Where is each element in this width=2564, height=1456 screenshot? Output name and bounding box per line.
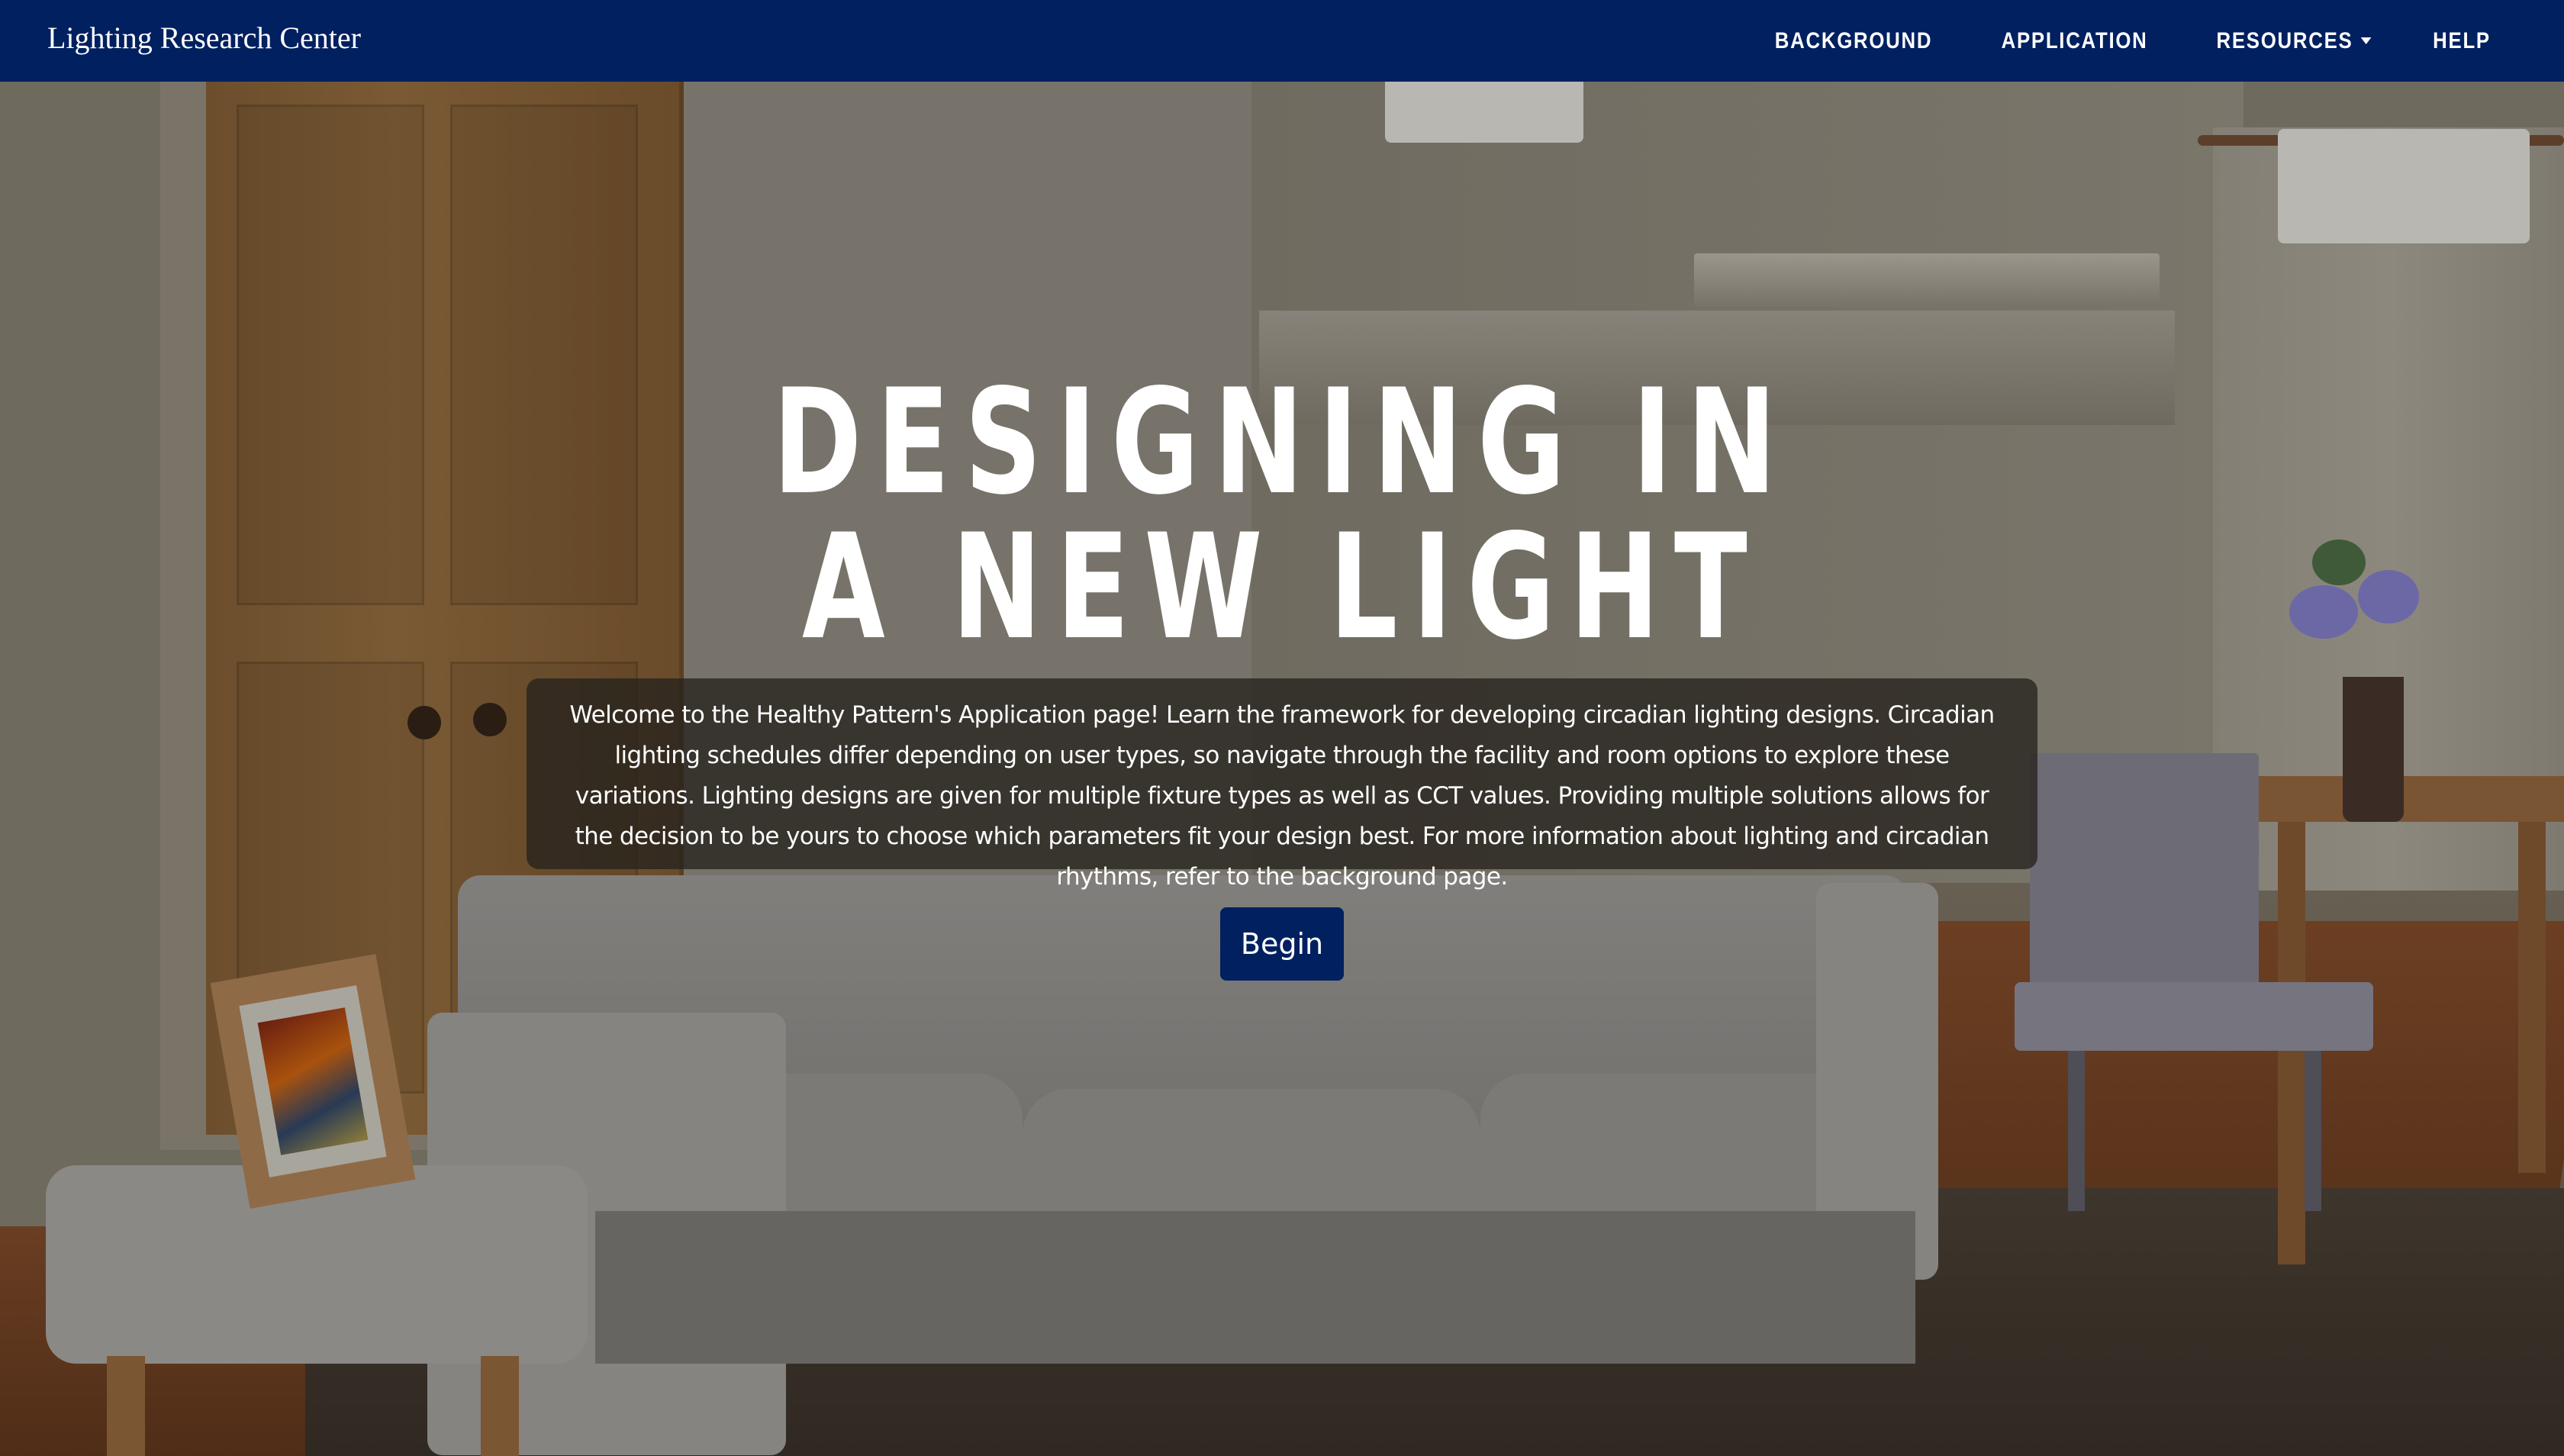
hero-title-line-2: A NEW LIGHT	[801, 503, 1763, 672]
nav-link-background[interactable]: BACKGROUND	[1775, 28, 1932, 54]
nav-links: BACKGROUND APPLICATION RESOURCES HELP	[1762, 0, 2495, 82]
hero-section: DESIGNING IN A NEW LIGHT Welcome to the …	[0, 82, 2564, 1456]
hero-title-line-1: DESIGNING IN	[772, 358, 1792, 527]
nav-link-application[interactable]: APPLICATION	[2001, 28, 2147, 54]
intro-text: Welcome to the Healthy Pattern's Applica…	[569, 701, 1995, 891]
nav-link-help-label: HELP	[2433, 27, 2491, 53]
nav-link-application-label: APPLICATION	[2001, 27, 2148, 53]
nav-link-resources-label: RESOURCES	[2216, 27, 2353, 53]
intro-text-box: Welcome to the Healthy Pattern's Applica…	[527, 678, 2037, 891]
nav-dropdown-resources[interactable]: RESOURCES	[2216, 27, 2372, 54]
top-navbar: Lighting Research Center BACKGROUND APPL…	[0, 0, 2564, 82]
begin-button[interactable]: Begin	[1220, 907, 1344, 981]
caret-down-icon	[2360, 37, 2372, 44]
page: Lighting Research Center BACKGROUND APPL…	[0, 0, 2564, 1456]
hero-title: DESIGNING IN A NEW LIGHT	[333, 370, 2231, 660]
brand-link[interactable]: Lighting Research Center	[47, 20, 361, 56]
nav-link-background-label: BACKGROUND	[1774, 27, 1933, 53]
nav-link-help[interactable]: HELP	[2433, 28, 2491, 54]
